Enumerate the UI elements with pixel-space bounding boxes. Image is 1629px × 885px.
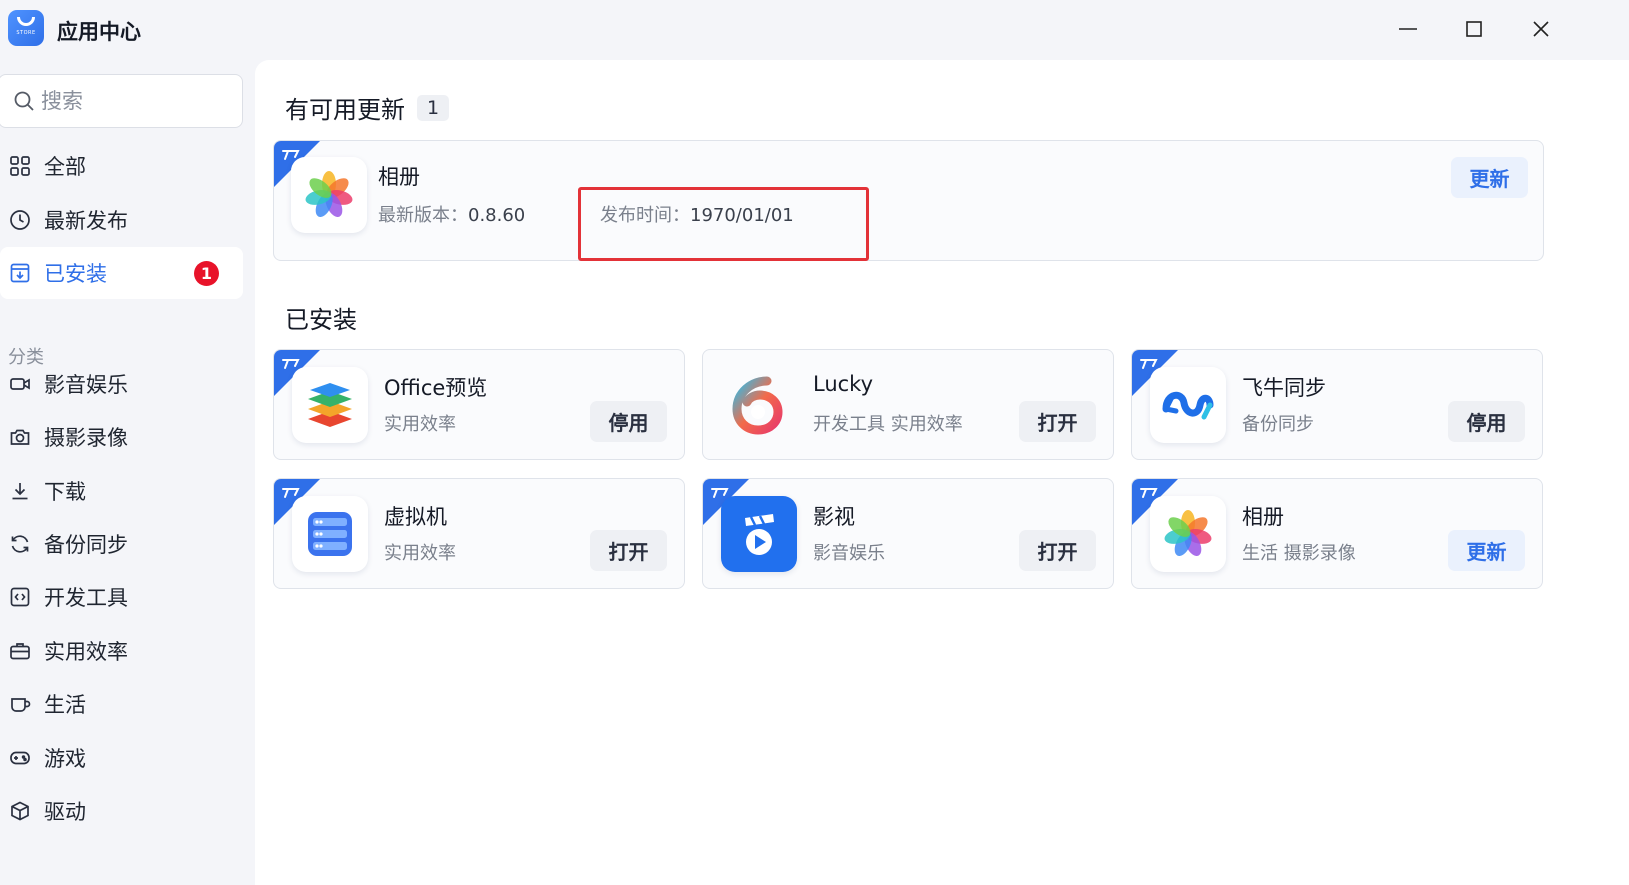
cup-icon: [11, 698, 31, 712]
sidebar-item-label: 影音娱乐: [44, 373, 128, 397]
sidebar-item-media[interactable]: 影音娱乐: [0, 358, 243, 410]
sidebar-item-games[interactable]: 游戏: [0, 732, 243, 784]
server-rack-icon: [292, 496, 368, 572]
sidebar-item-label: 最新发布: [44, 209, 128, 233]
lucky-six-icon: [719, 367, 795, 443]
updates-section-title: 有可用更新 1: [285, 90, 450, 125]
sidebar-item-all[interactable]: 全部: [0, 140, 243, 192]
updates-title-text: 有可用更新: [285, 96, 405, 124]
sidebar-item-label: 实用效率: [44, 640, 128, 664]
app-name: 影视: [813, 505, 855, 529]
sidebar-item-label: 下载: [44, 480, 86, 504]
close-icon: [1533, 21, 1549, 37]
title-bar: STORE 应用中心: [0, 0, 1629, 60]
app-card-vm[interactable]: 虚拟机 实用效率 打开: [273, 478, 685, 589]
sidebar-item-photo[interactable]: 摄影录像: [0, 411, 243, 463]
code-icon: [10, 587, 30, 607]
sidebar-item-backup[interactable]: 备份同步: [0, 518, 243, 570]
sidebar-item-download[interactable]: 下载: [0, 465, 243, 517]
update-card[interactable]: 相册 最新版本：0.8.60 发布时间：1970/01/01 更新: [273, 140, 1544, 261]
sidebar-item-label: 开发工具: [44, 586, 128, 610]
sidebar-item-label: 摄影录像: [44, 426, 128, 450]
updates-count: 1: [417, 94, 450, 121]
sidebar-item-label: 已安装: [44, 262, 107, 286]
photo-flower-icon: [291, 157, 367, 233]
search-icon: [14, 91, 34, 111]
app-name: Lucky: [813, 372, 874, 396]
maximize-button[interactable]: [1454, 12, 1494, 46]
app-card-office[interactable]: Office预览 实用效率 停用: [273, 349, 685, 460]
app-version: 最新版本：0.8.60: [378, 201, 525, 227]
update-button[interactable]: 更新: [1451, 157, 1528, 198]
cube-icon: [11, 801, 29, 821]
photo-flower-icon: [1150, 496, 1226, 572]
app-card-video[interactable]: 影视 影音娱乐 打开: [702, 478, 1114, 589]
open-button[interactable]: 打开: [1019, 401, 1096, 442]
video-camera-icon: [10, 378, 30, 390]
clock-icon: [10, 210, 30, 230]
app-name: 相册: [378, 165, 420, 189]
app-tags: 实用效率: [384, 543, 456, 564]
app-name: Office预览: [384, 376, 488, 400]
sidebar-item-dev[interactable]: 开发工具: [0, 571, 243, 623]
sidebar-item-drivers[interactable]: 驱动: [0, 785, 243, 837]
clapper-play-icon: [721, 496, 797, 572]
app-name: 虚拟机: [384, 505, 447, 529]
app-card-photos[interactable]: 相册 生活 摄影录像 更新: [1131, 478, 1543, 589]
highlight-box: [578, 187, 869, 261]
update-count-badge: 1: [194, 261, 219, 286]
maximize-icon: [1466, 21, 1482, 37]
logo-text: STORE: [16, 29, 36, 36]
app-name: 飞牛同步: [1242, 376, 1326, 400]
sidebar-item-latest[interactable]: 最新发布: [0, 194, 243, 246]
sidebar-item-life[interactable]: 生活: [0, 678, 243, 730]
download-icon: [12, 483, 28, 500]
office-layers-icon: [292, 367, 368, 443]
close-button[interactable]: [1521, 12, 1561, 46]
camera-icon: [10, 429, 30, 445]
app-card-fnsync[interactable]: 飞牛同步 备份同步 停用: [1131, 349, 1543, 460]
sidebar: 全部 最新发布 已安装 1 分类 影音娱乐 摄影录像 下载 备份同步 开发工具 …: [0, 60, 255, 885]
version-label: 最新版本：: [378, 205, 468, 226]
app-name: 相册: [1242, 505, 1284, 529]
app-tags: 实用效率: [384, 414, 456, 435]
sidebar-item-productivity[interactable]: 实用效率: [0, 625, 243, 677]
sidebar-item-label: 全部: [44, 155, 86, 179]
app-card-lucky[interactable]: Lucky 开发工具 实用效率 打开: [702, 349, 1114, 460]
sidebar-item-label: 备份同步: [44, 533, 128, 557]
grid-icon: [10, 156, 30, 176]
search-input[interactable]: [41, 89, 231, 113]
version-value: 0.8.60: [468, 205, 526, 226]
sidebar-item-label: 游戏: [44, 747, 86, 771]
minimize-icon: [1399, 28, 1417, 30]
open-button[interactable]: 打开: [590, 530, 667, 571]
open-button[interactable]: 打开: [1019, 530, 1096, 571]
store-logo-icon: STORE: [8, 10, 44, 46]
installed-section-title: 已安装: [285, 300, 357, 335]
briefcase-icon: [10, 643, 30, 660]
app-tags: 生活 摄影录像: [1242, 543, 1356, 564]
fnsync-wave-icon: [1150, 367, 1226, 443]
app-tags: 备份同步: [1242, 414, 1314, 435]
sidebar-item-label: 驱动: [44, 800, 86, 824]
update-button[interactable]: 更新: [1448, 530, 1525, 571]
disable-button[interactable]: 停用: [590, 401, 667, 442]
minimize-button[interactable]: [1388, 12, 1428, 46]
disable-button[interactable]: 停用: [1448, 401, 1525, 442]
sidebar-item-label: 生活: [44, 693, 86, 717]
installed-title-text: 已安装: [285, 306, 357, 334]
search-box[interactable]: [0, 74, 243, 128]
sidebar-item-installed[interactable]: 已安装 1: [0, 247, 243, 299]
window-title: 应用中心: [57, 20, 141, 44]
app-tags: 开发工具 实用效率: [813, 414, 963, 435]
main-panel: 有可用更新 1 相册 最新版本：0.8.60 发布时间：1970/01/01 更…: [255, 60, 1629, 885]
app-tags: 影音娱乐: [813, 543, 885, 564]
installed-box-icon: [10, 263, 30, 283]
gamepad-icon: [10, 751, 30, 765]
sync-icon: [11, 535, 29, 553]
